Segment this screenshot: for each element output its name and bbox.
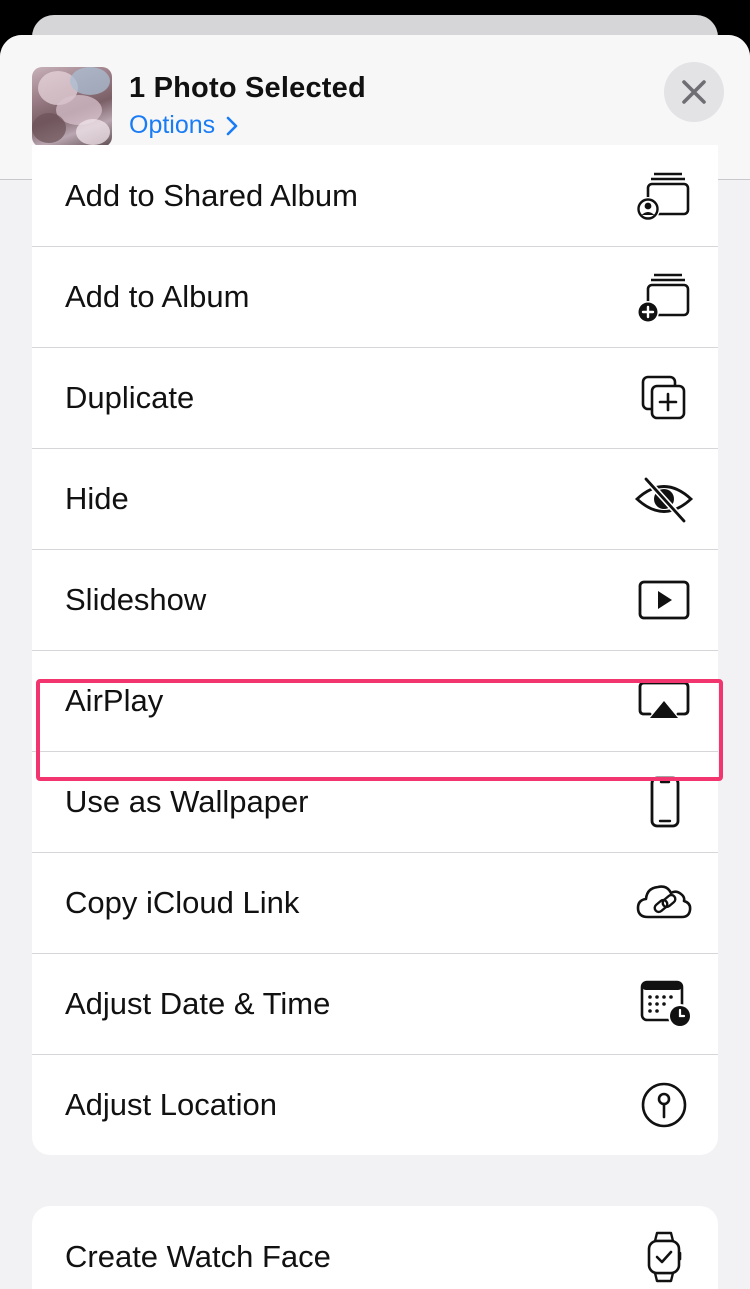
action-adjust-location[interactable]: Adjust Location [32,1054,718,1155]
options-button[interactable]: Options [129,111,239,140]
action-label: Hide [65,480,129,516]
cloud-link-icon [634,873,694,933]
play-rectangle-icon [634,570,694,630]
action-label: Create Watch Face [65,1238,331,1274]
share-sheet: 1 Photo Selected Options Add to Shared A… [0,35,750,1289]
action-hide[interactable]: Hide [32,448,718,549]
action-label: Adjust Date & Time [65,985,331,1021]
action-use-as-wallpaper[interactable]: Use as Wallpaper [32,751,718,852]
action-add-to-album[interactable]: Add to Album [32,246,718,347]
action-duplicate[interactable]: Duplicate [32,347,718,448]
shared-album-icon [634,166,694,226]
close-icon [682,80,706,104]
sheet-title: 1 Photo Selected [129,72,366,104]
action-label: Use as Wallpaper [65,783,309,819]
action-label: Adjust Location [65,1086,277,1122]
action-create-watch-face[interactable]: Create Watch Face [32,1206,718,1289]
action-label: AirPlay [65,682,164,718]
options-label: Options [129,111,216,139]
action-list-secondary: Create Watch Face [32,1206,718,1289]
action-label: Slideshow [65,581,207,617]
action-slideshow[interactable]: Slideshow [32,549,718,650]
duplicate-icon [634,368,694,428]
chevron-right-icon [226,116,238,135]
calendar-clock-icon [634,974,694,1034]
eye-slash-icon [634,469,694,529]
close-button[interactable] [664,62,724,122]
action-adjust-date-time[interactable]: Adjust Date & Time [32,953,718,1054]
location-pin-circle-icon [634,1075,694,1135]
action-label: Copy iCloud Link [65,884,300,920]
action-add-to-shared-album[interactable]: Add to Shared Album [32,145,718,246]
action-label: Add to Shared Album [65,177,358,213]
photo-thumbnail [32,67,112,147]
iphone-icon [634,772,694,832]
action-list: Add to Shared Album Add to Album Duplica… [32,145,718,1155]
action-copy-icloud-link[interactable]: Copy iCloud Link [32,852,718,953]
add-album-icon [634,267,694,327]
action-airplay[interactable]: AirPlay [32,650,718,751]
action-label: Duplicate [65,379,195,415]
action-label: Add to Album [65,278,250,314]
watch-icon [634,1227,694,1287]
airplay-icon [634,671,694,731]
